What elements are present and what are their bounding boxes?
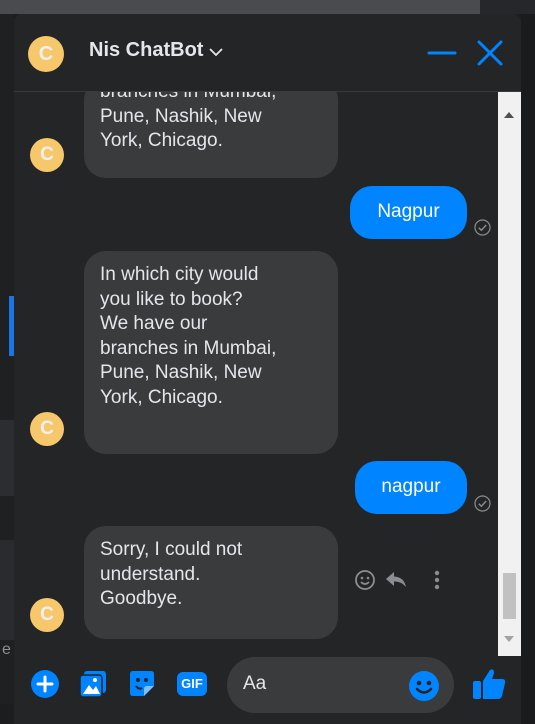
emoji-icon[interactable] <box>408 670 440 702</box>
background-top-strip <box>0 0 535 14</box>
bot-message[interactable]: In which city would you like to book? We… <box>84 251 338 454</box>
gif-label: GIF <box>181 676 203 691</box>
gif-icon[interactable]: GIF <box>176 669 208 699</box>
scrollbar[interactable] <box>498 92 521 656</box>
message-input-placeholder: Aa <box>243 673 267 694</box>
chat-title-button[interactable]: Nis ChatBot <box>89 39 224 62</box>
sticker-icon[interactable] <box>127 669 157 699</box>
message-composer: GIF Aa <box>14 656 521 724</box>
scroll-up-arrow[interactable] <box>504 112 514 118</box>
minimize-icon[interactable] <box>427 38 457 68</box>
chevron-down-icon <box>209 47 224 56</box>
chat-title: Nis ChatBot <box>89 39 204 61</box>
react-emoji-icon[interactable] <box>354 569 376 591</box>
message-input[interactable]: Aa <box>227 657 454 713</box>
bot-avatar: C <box>30 138 64 172</box>
background-top-dark <box>480 0 535 14</box>
chat-window: C Nis ChatBot branches in Mumbai, Pune, … <box>14 14 521 724</box>
bot-avatar: C <box>30 412 64 446</box>
background-left-band <box>0 420 14 496</box>
background-right-panel <box>521 14 535 724</box>
background-edge-text: e <box>2 641 11 658</box>
thumbs-up-icon[interactable] <box>471 666 507 702</box>
scrollbar-thumb[interactable] <box>503 573 516 619</box>
user-message[interactable]: nagpur <box>355 461 467 514</box>
user-message[interactable]: Nagpur <box>350 186 467 239</box>
reply-icon[interactable] <box>384 570 408 590</box>
bot-message[interactable]: Sorry, I could not understand. Goodbye. <box>84 526 338 639</box>
image-icon[interactable] <box>78 669 108 699</box>
sent-check-icon <box>474 495 491 512</box>
chat-header: C Nis ChatBot <box>14 14 521 92</box>
close-icon[interactable] <box>475 38 505 68</box>
message-list: branches in Mumbai, Pune, Nashik, New Yo… <box>14 92 498 656</box>
bot-avatar: C <box>30 598 64 632</box>
background-left-band-lower <box>0 540 14 640</box>
scroll-down-arrow[interactable] <box>504 636 514 642</box>
sent-check-icon <box>474 219 491 236</box>
more-options-icon[interactable] <box>433 569 441 591</box>
bot-avatar[interactable]: C <box>28 36 64 72</box>
plus-icon[interactable] <box>30 669 60 699</box>
bot-message[interactable]: branches in Mumbai, Pune, Nashik, New Yo… <box>84 92 338 178</box>
